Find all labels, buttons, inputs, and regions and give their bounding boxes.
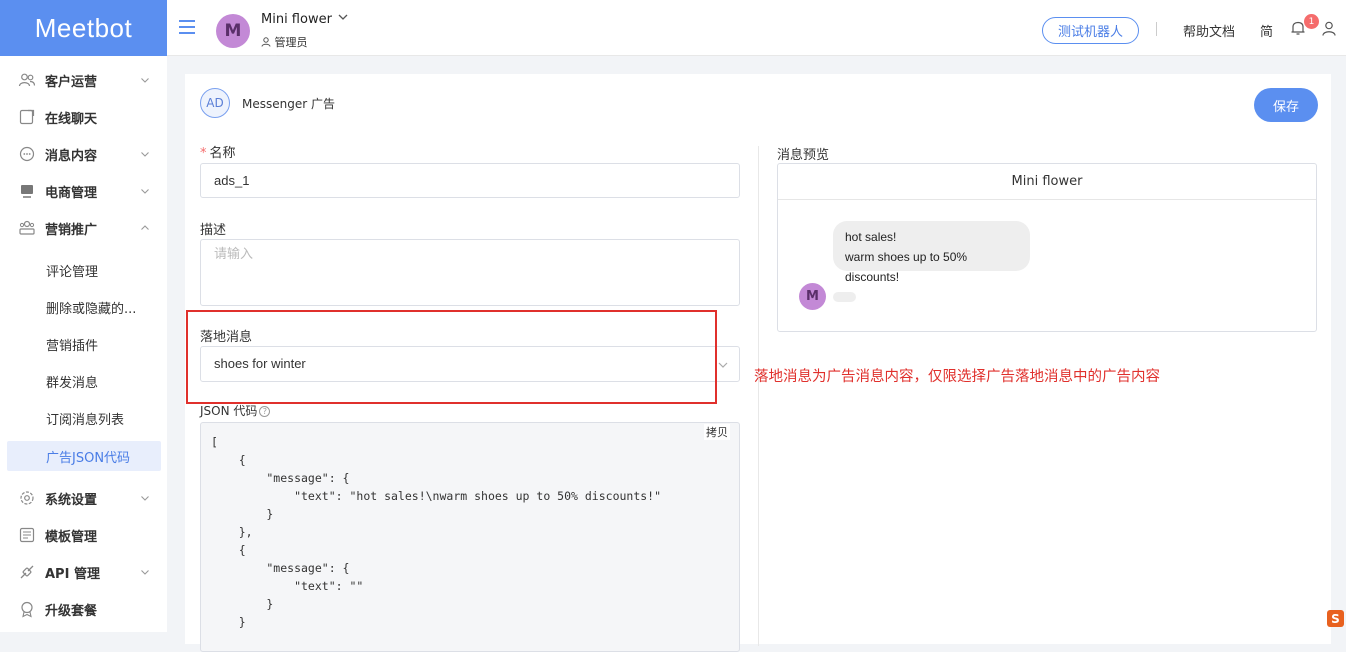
name-label-text: 名称 [210,146,236,161]
sidebar-subitem-label: 营销插件 [46,335,98,354]
description-textarea[interactable]: 请输入 [200,239,740,306]
copy-button[interactable]: 拷贝 [704,424,730,440]
help-docs-link[interactable]: 帮助文档 [1183,21,1235,40]
json-code-box[interactable]: 拷贝 [ { "message": { "text": "hot sales!\… [200,422,740,652]
sidebar-item-api[interactable]: API 管理 [0,557,167,587]
account-avatar[interactable]: M [216,14,250,48]
chevron-up-icon [140,223,150,233]
sidebar-subitem-subscriptions[interactable]: 订阅消息列表 [7,403,161,433]
sidebar-subitem-comments[interactable]: 评论管理 [7,255,161,285]
role-label: 管理员 [275,36,308,49]
sidebar-item-online-chat[interactable]: 在线聊天 [0,102,167,132]
save-button[interactable]: 保存 [1254,88,1318,122]
sidebar-item-label: 客户运营 [45,71,97,90]
api-icon [18,563,36,581]
preview-avatar: M [799,283,826,310]
menu-toggle-icon[interactable] [179,20,195,34]
language-switch[interactable]: 简 [1260,21,1273,40]
sidebar-item-label: 营销推广 [45,219,97,238]
bubble-line: warm shoes up to 50% discounts! [845,247,1018,287]
preview-label: 消息预览 [777,144,829,163]
sidebar-subitem-label: 广告JSON代码 [46,447,130,466]
chevron-down-icon[interactable] [717,359,729,371]
sidebar-item-label: 消息内容 [45,145,97,164]
notification-badge: 1 [1304,14,1319,29]
upgrade-icon [18,600,36,618]
sidebar-subitem-ad-json[interactable]: 广告JSON代码 [7,441,161,471]
top-bar: M Mini flower 管理员 测试机器人 帮助文档 简 1 [167,0,1346,56]
sidebar-subitem-label: 订阅消息列表 [46,409,124,428]
sidebar-item-upgrade[interactable]: 升级套餐 [0,594,167,624]
chevron-down-icon [140,186,150,196]
sidebar-item-label: 模板管理 [45,526,97,545]
divider [758,146,759,646]
json-code-text: [ { "message": { "text": "hot sales!\nwa… [211,433,661,631]
preview-page-name: Mini flower [778,164,1316,200]
preview-message-bubble: hot sales! warm shoes up to 50% discount… [833,221,1030,271]
name-input[interactable]: ads_1 [200,163,740,198]
app-logo[interactable]: Meetbot [0,0,167,56]
sidebar-item-templates[interactable]: 模板管理 [0,520,167,550]
annotation-highlight-box [186,310,717,404]
name-label: *名称 [200,142,236,161]
test-robot-button[interactable]: 测试机器人 [1042,17,1139,44]
json-code-label: JSON 代码? [200,402,270,419]
message-bubble-icon [18,145,36,163]
sidebar-subitem-marketing-plugins[interactable]: 营销插件 [7,329,161,359]
sidebar: 客户运营 在线聊天 消息内容 电商管理 营销推广 评论管理 删除或隐藏的... … [0,56,167,632]
chevron-down-icon [140,493,150,503]
sidebar-item-label: API 管理 [45,563,100,582]
json-code-label-text: JSON 代码 [200,404,257,418]
sidebar-item-label: 在线聊天 [45,108,97,127]
megaphone-icon [18,219,36,237]
chevron-down-icon [140,149,150,159]
description-label: 描述 [200,219,226,238]
chevron-down-icon[interactable] [337,11,349,23]
ad-badge: AD [200,88,230,118]
sidebar-item-label: 系统设置 [45,489,97,508]
sidebar-item-customer-ops[interactable]: 客户运营 [0,65,167,95]
person-icon [261,37,271,47]
sidebar-subitem-deleted-hidden[interactable]: 删除或隐藏的... [7,292,161,322]
divider [1156,22,1157,36]
annotation-text: 落地消息为广告消息内容，仅限选择广告落地消息中的广告内容 [754,365,1160,386]
gear-icon [18,489,36,507]
account-name[interactable]: Mini flower [261,12,332,27]
users-icon [18,71,36,89]
chevron-down-icon [140,75,150,85]
sidebar-item-label: 升级套餐 [45,600,97,619]
extension-icon[interactable]: S [1327,610,1344,627]
help-icon[interactable]: ? [259,406,270,417]
sidebar-item-label: 电商管理 [45,182,97,201]
page-title: Messenger 广告 [242,95,335,112]
sidebar-item-marketing[interactable]: 营销推广 [0,213,167,243]
message-preview: Mini flower hot sales! warm shoes up to … [777,163,1317,332]
user-icon[interactable] [1322,21,1336,36]
chat-window-icon [18,108,36,126]
sidebar-subitem-label: 群发消息 [46,372,98,391]
account-role: 管理员 [261,34,308,50]
sidebar-item-ecommerce[interactable]: 电商管理 [0,176,167,206]
sidebar-subitem-broadcast[interactable]: 群发消息 [7,366,161,396]
sidebar-item-settings[interactable]: 系统设置 [0,483,167,513]
bubble-line: hot sales! [845,227,1018,247]
preview-empty-bubble [833,292,856,302]
sidebar-subitem-label: 评论管理 [46,261,98,280]
sidebar-item-message-content[interactable]: 消息内容 [0,139,167,169]
required-mark: * [200,146,207,161]
sidebar-subitem-label: 删除或隐藏的... [46,298,136,317]
chevron-down-icon [140,567,150,577]
template-icon [18,526,36,544]
store-icon [18,182,36,200]
